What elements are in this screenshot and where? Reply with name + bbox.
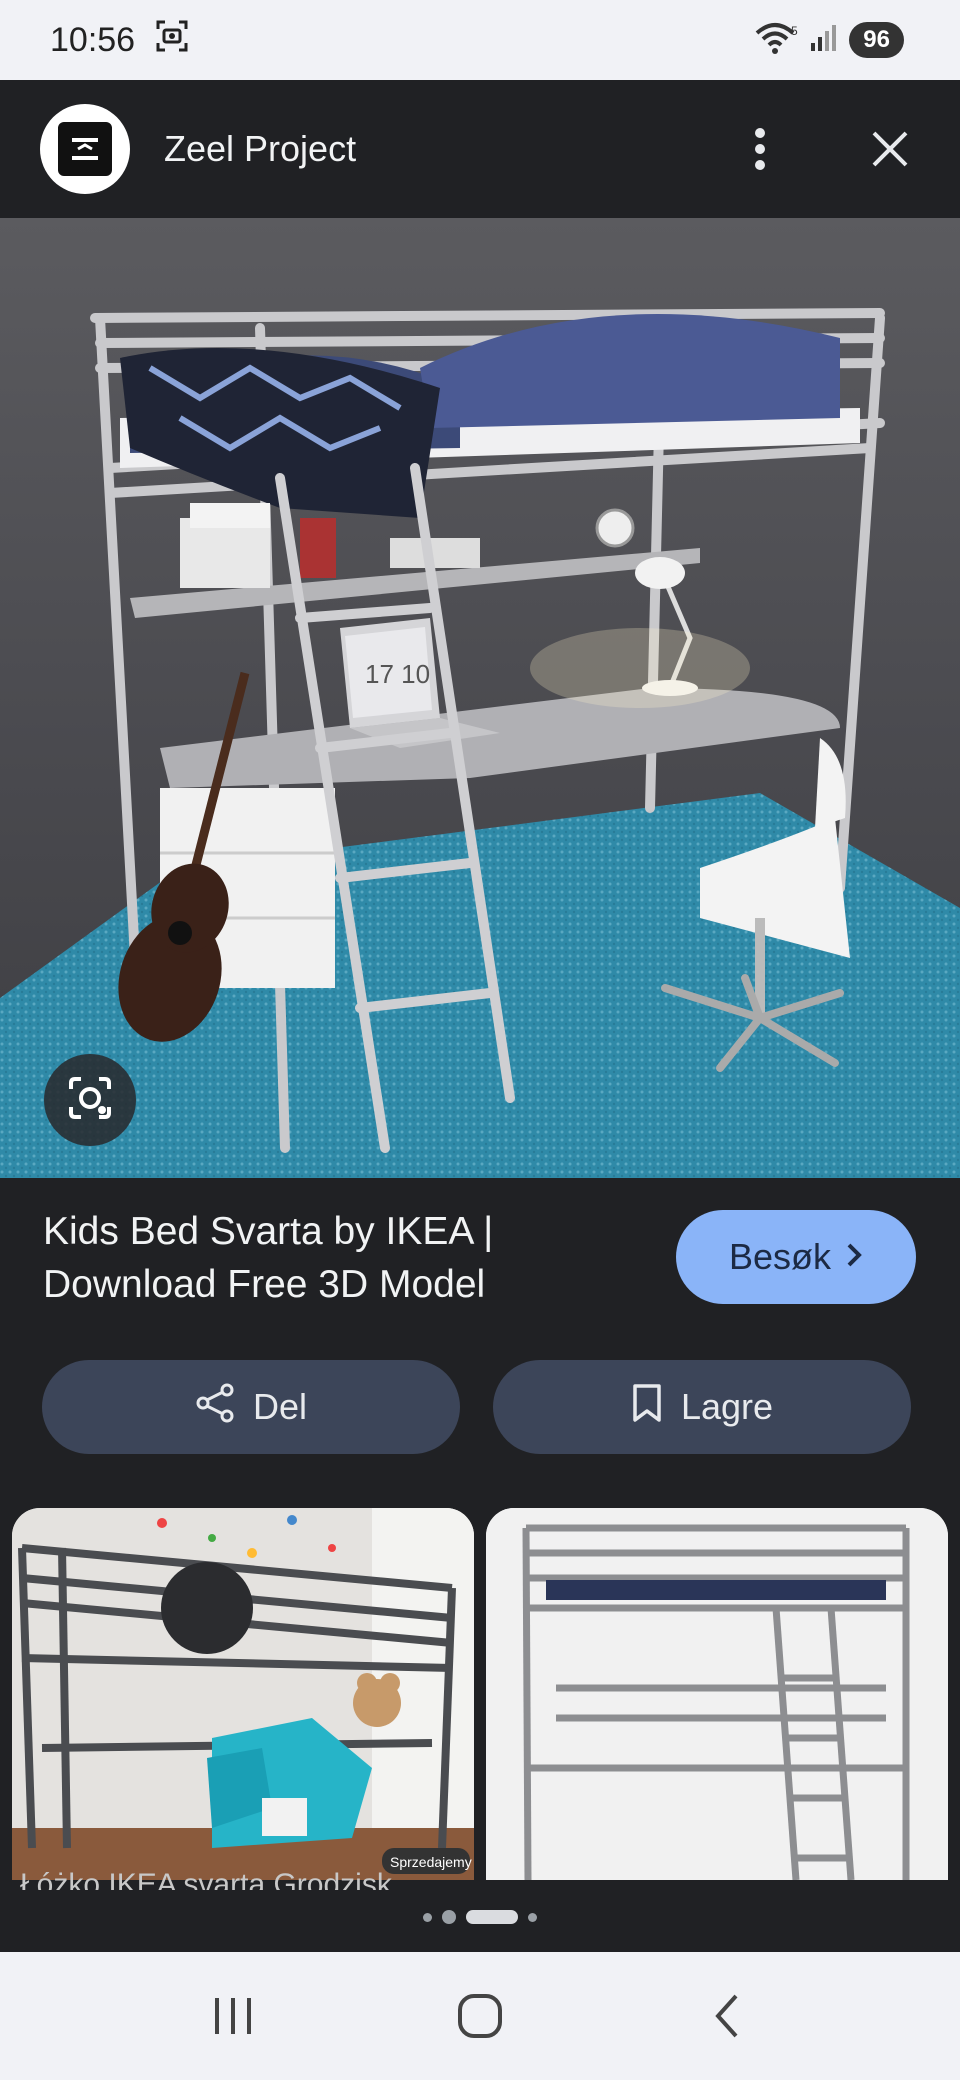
close-icon[interactable] <box>860 119 920 179</box>
battery-icon: 96 <box>849 22 904 58</box>
zeel-logo[interactable] <box>40 104 130 194</box>
signal-icon <box>809 23 839 58</box>
visit-button[interactable]: Besøk <box>676 1210 916 1304</box>
more-vert-icon[interactable] <box>730 119 790 179</box>
app-bar: Zeel Project <box>0 80 960 218</box>
page-dot <box>528 1912 537 1922</box>
recents-icon[interactable] <box>188 1971 278 2061</box>
lens-search-button[interactable] <box>44 1054 136 1146</box>
page-dot <box>442 1910 456 1924</box>
back-icon[interactable] <box>682 1971 772 2061</box>
result-title[interactable]: Kids Bed Svarta by IKEA | Download Free … <box>43 1205 603 1311</box>
save-button[interactable]: Lagre <box>493 1360 911 1454</box>
share-icon <box>195 1383 235 1432</box>
chevron-right-icon <box>845 1236 863 1278</box>
app-title: Zeel Project <box>164 128 357 169</box>
page-dot <box>423 1912 432 1922</box>
carousel-indicator <box>0 1904 960 1930</box>
related-image-1[interactable]: Sprzedajemy <box>12 1508 474 1880</box>
share-label: Del <box>252 1386 308 1427</box>
related-caption-1: Łóżko IKEA svarta Grodzisk <box>20 1868 392 1890</box>
visit-label: Besøk <box>728 1236 832 1277</box>
svg-text:5: 5 <box>791 24 798 38</box>
share-button[interactable]: Del <box>42 1360 460 1454</box>
page-dot-active <box>466 1910 518 1924</box>
bookmark-icon <box>631 1383 663 1432</box>
svg-text:17 10: 17 10 <box>365 659 430 689</box>
related-image-2[interactable] <box>486 1508 948 1880</box>
save-label: Lagre <box>680 1386 774 1427</box>
wifi-icon: 5 <box>755 21 799 60</box>
clock: 10:56 <box>50 20 136 59</box>
system-nav-bar <box>0 1952 960 2080</box>
status-bar: 10:56 5 96 <box>0 0 960 80</box>
home-icon[interactable] <box>435 1971 525 2061</box>
google-lens-icon <box>65 1073 115 1128</box>
screenshot-icon <box>155 19 189 62</box>
result-image[interactable]: 17 10 <box>0 218 960 1178</box>
